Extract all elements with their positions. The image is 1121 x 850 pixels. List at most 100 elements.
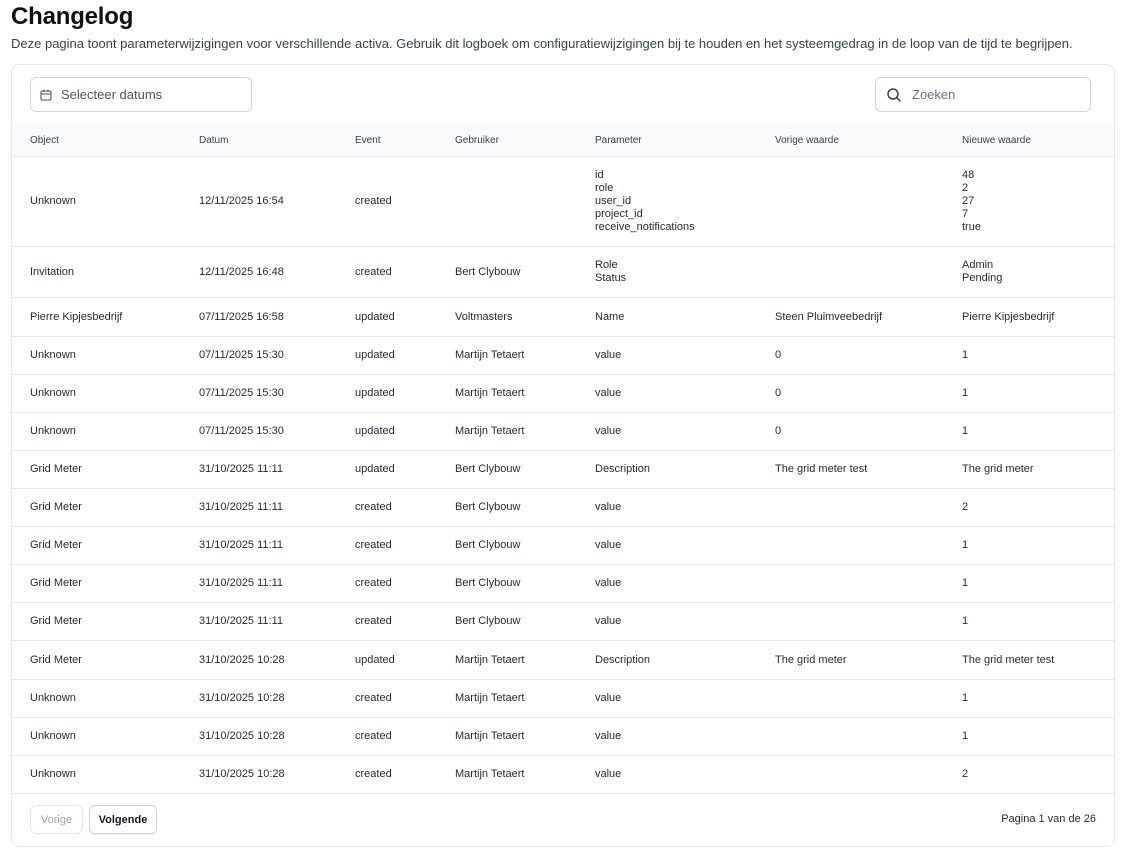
cell-parameter-line: value [595,539,622,551]
cell-new-value: 48 2 27 7 true [962,157,981,246]
cell-event: updated [355,387,395,399]
search-input[interactable] [912,87,1072,102]
date-range-placeholder: Selecteer datums [61,87,163,102]
cell-parameter-line: value [595,692,622,704]
column-header-date[interactable]: Datum [199,124,228,157]
column-header-user[interactable]: Gebruiker [455,124,499,157]
cell-object: Grid Meter [30,463,82,475]
cell-parameter-line: value [595,349,622,361]
cell-parameter: value [595,375,621,412]
cell-date: 12/11/2025 16:54 [199,195,284,207]
cell-event: updated [355,425,395,437]
cell-new-value: 1 [962,565,968,602]
cell-new-value: 1 [962,527,968,564]
cell-parameter: value [595,680,621,717]
pagination-bar: Vorige Volgende Pagina 1 van de 26 [12,805,1114,835]
cell-object: Unknown [30,692,76,704]
table-row[interactable]: Unknown 07/11/2025 15:30 updated Martijn Te… [12,337,1114,375]
cell-parameter: value [595,756,621,793]
cell-date: 31/10/2025 11:11 [199,501,284,513]
column-header-event[interactable]: Event [355,124,381,157]
cell-parameter-line: value [595,577,622,589]
cell-parameter: value [595,489,621,526]
cell-parameter: value [595,337,621,374]
cell-event: created [355,501,392,513]
cell-user: Voltmasters [455,310,513,323]
date-range-picker[interactable]: Selecteer datums [30,77,252,112]
cell-parameter-line: receive_notifications [595,221,695,233]
cell-user: Martijn Tetaert [455,692,525,704]
cell-previous-value: 0 [775,413,781,450]
cell-object: Pierre Kipjesbedrijf [30,310,123,323]
cell-parameter: Role Status [595,247,626,297]
table-row[interactable]: Grid Meter 31/10/2025 11:11 created Bert Cl… [12,489,1114,527]
cell-object: Unknown [30,730,76,742]
cell-previous-value-line: 0 [775,349,782,361]
table-row[interactable]: Grid Meter 31/10/2025 11:11 created Bert Cl… [12,527,1114,565]
cell-date: 31/10/2025 11:11 [199,539,284,551]
cell-parameter: id role user_id project_id receive_notificat… [595,157,695,246]
cell-user: Bert Clybouw [455,539,521,551]
cell-new-value-line: 1 [962,539,969,551]
cell-previous-value-line: The grid meter test [775,463,868,475]
cell-parameter-line: project_id [595,208,643,220]
search-box[interactable] [875,77,1091,112]
cell-new-value-line: 1 [962,692,969,704]
cell-new-value-line: 1 [962,730,969,742]
cell-event: created [355,539,392,551]
cell-user: Martijn Tetaert [455,387,525,399]
cell-parameter: value [595,718,621,755]
cell-user: Bert Clybouw [455,265,521,278]
table-row[interactable]: Unknown 31/10/2025 10:28 created Martijn Te… [12,680,1114,718]
cell-parameter: value [595,527,621,564]
table-row[interactable]: Unknown 31/10/2025 10:28 created Martijn Te… [12,718,1114,756]
cell-event: updated [355,349,395,361]
page-description: Deze pagina toont parameterwijzigingen v… [11,36,1073,51]
table-row[interactable]: Unknown 12/11/2025 16:54 created id role user… [12,157,1114,247]
cell-new-value: 2 [962,756,968,793]
cell-user: Bert Clybouw [455,615,521,627]
table-row[interactable]: Unknown 31/10/2025 10:28 created Martijn Te… [12,756,1114,794]
cell-new-value-line: 2 [962,768,969,780]
column-header-new-value[interactable]: Nieuwe waarde [962,124,1031,157]
cell-object: Grid Meter [30,615,82,627]
changelog-table: Object Datum Event Gebruiker Parameter V… [12,124,1114,794]
cell-user: Martijn Tetaert [455,730,525,742]
table-row[interactable]: Grid Meter 31/10/2025 10:28 updated Martijn… [12,641,1114,680]
cell-new-value-line: Pierre Kipjesbedrijf [962,310,1055,323]
cell-parameter: Name [595,298,624,336]
table-row[interactable]: Grid Meter 31/10/2025 11:11 created Bert Cl… [12,603,1114,641]
cell-user: Bert Clybouw [455,501,521,513]
cell-new-value: Admin Pending [962,247,1002,297]
cell-new-value-line: 1 [962,615,969,627]
previous-page-button[interactable]: Vorige [30,805,83,834]
table-row[interactable]: Invitation 12/11/2025 16:48 created Bert Cl… [12,247,1114,298]
table-row[interactable]: Unknown 07/11/2025 15:30 updated Martijn Te… [12,413,1114,451]
cell-parameter: Description [595,451,650,488]
column-header-object[interactable]: Object [30,124,59,157]
cell-new-value-line: Admin [962,259,994,271]
cell-previous-value: The grid meter test [775,451,867,488]
cell-date: 31/10/2025 10:28 [199,768,285,780]
next-page-button[interactable]: Volgende [89,805,157,834]
cell-user: Martijn Tetaert [455,425,525,437]
table-row[interactable]: Grid Meter 31/10/2025 11:11 updated Bert Cl… [12,451,1114,489]
column-header-previous-value[interactable]: Vorige waarde [775,124,839,157]
cell-parameter-line: Role [595,259,618,271]
cell-new-value-line: The grid meter test [962,653,1055,666]
table-row[interactable]: Unknown 07/11/2025 15:30 updated Martijn Te… [12,375,1114,413]
cell-previous-value: Steen Pluimveebedrijf [775,298,882,336]
cell-new-value-line: 48 [962,169,975,181]
cell-user: Martijn Tetaert [455,768,525,780]
cell-object: Unknown [30,387,76,399]
cell-previous-value-line: Steen Pluimveebedrijf [775,310,883,323]
cell-new-value: 1 [962,375,968,412]
column-header-parameter[interactable]: Parameter [595,124,642,157]
cell-parameter-line: role [595,182,614,194]
cell-parameter: value [595,565,621,602]
cell-user: Martijn Tetaert [455,349,525,361]
cell-new-value-line: 7 [962,208,969,220]
cell-object: Unknown [30,768,76,780]
table-row[interactable]: Pierre Kipjesbedrijf 07/11/2025 16:58 upda… [12,298,1114,337]
table-row[interactable]: Grid Meter 31/10/2025 11:11 created Bert Cl… [12,565,1114,603]
